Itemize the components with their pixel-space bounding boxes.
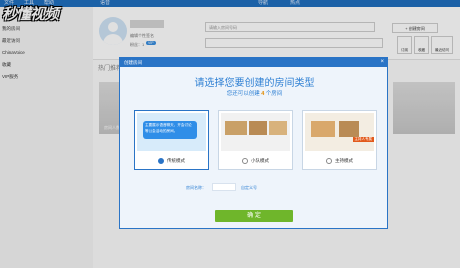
radio-selected-icon[interactable]	[158, 158, 164, 164]
radio-unselected-icon[interactable]	[326, 158, 332, 164]
room-type-option[interactable]: 主持模式	[303, 158, 376, 164]
room-type-option[interactable]: 小队模式	[219, 158, 292, 164]
host-preview-image: 主持人专属	[305, 113, 374, 151]
rooms-remaining-text: 您还可以创建 4 个房间	[120, 89, 389, 97]
room-name-label: 房间名称：	[186, 185, 206, 190]
room-type-card-traditional[interactable]: 主要展示语音聊天，开会讨论等公会活动的房间。 传统模式	[134, 110, 209, 170]
close-icon[interactable]: ×	[380, 58, 384, 67]
host-tag-badge: 主持人专属	[352, 137, 374, 142]
dialog-title-bar: 创建房间 ×	[120, 58, 387, 67]
room-type-label: 小队模式	[251, 158, 269, 164]
rooms-remaining-prefix: 您还可以创建	[226, 91, 262, 97]
dialog-title: 创建房间	[124, 60, 142, 65]
room-type-option[interactable]: 传统模式	[135, 158, 208, 164]
room-type-card-squad[interactable]: 小队模式	[218, 110, 293, 170]
traditional-preview-image: 主要展示语音聊天，开会讨论等公会活动的房间。	[137, 113, 206, 151]
dialog-heading: 请选择您要创建的房间类型	[194, 78, 315, 89]
room-type-card-host[interactable]: 主持人专属 主持模式	[302, 110, 377, 170]
rooms-remaining-suffix: 个房间	[264, 91, 283, 97]
room-type-label: 传统模式	[167, 158, 185, 164]
room-name-input[interactable]	[212, 183, 236, 191]
custom-id-link[interactable]: 自定义号	[241, 185, 257, 191]
room-type-label: 主持模式	[335, 158, 353, 164]
squad-preview-image	[221, 113, 290, 151]
traditional-description: 主要展示语音聊天，开会讨论等公会活动的房间。	[143, 121, 197, 139]
radio-unselected-icon[interactable]	[242, 158, 248, 164]
confirm-button[interactable]: 确 定	[215, 210, 293, 222]
create-room-dialog: 创建房间 × 请选择您要创建的房间类型 您还可以创建 4 个房间 主要展示语音聊…	[119, 57, 388, 229]
